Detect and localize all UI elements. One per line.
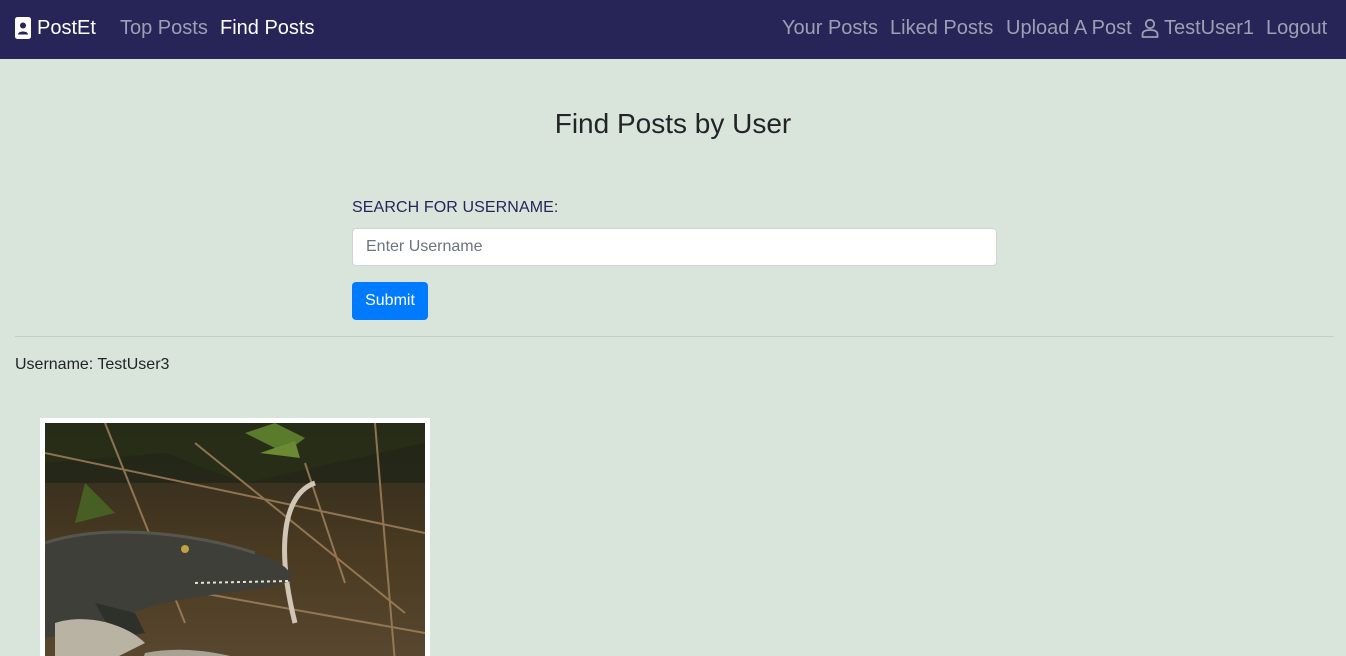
nav-top-posts[interactable]: Top Posts xyxy=(120,16,208,40)
post-card[interactable] xyxy=(40,418,430,656)
nav-find-posts[interactable]: Find Posts xyxy=(220,16,314,40)
user-icon xyxy=(1141,18,1159,38)
nav-liked-posts[interactable]: Liked Posts xyxy=(890,16,993,40)
id-badge-icon xyxy=(15,17,31,39)
top-navbar: PostEt Top Posts Find Posts Your Posts L… xyxy=(0,0,1346,59)
divider xyxy=(15,336,1334,337)
nav-upload-post[interactable]: Upload A Post xyxy=(1006,16,1132,40)
result-username: Username: TestUser3 xyxy=(15,356,170,373)
nav-logout[interactable]: Logout xyxy=(1266,16,1327,40)
submit-button[interactable]: Submit xyxy=(352,282,428,320)
brand-name: PostEt xyxy=(37,17,96,39)
nav-user-profile[interactable]: TestUser1 xyxy=(1164,16,1254,40)
nav-your-posts[interactable]: Your Posts xyxy=(782,16,878,40)
page-title: Find Posts by User xyxy=(554,108,792,139)
post-image[interactable] xyxy=(45,423,425,656)
search-label: SEARCH FOR USERNAME: xyxy=(352,199,559,216)
username-search-input[interactable] xyxy=(352,228,997,266)
